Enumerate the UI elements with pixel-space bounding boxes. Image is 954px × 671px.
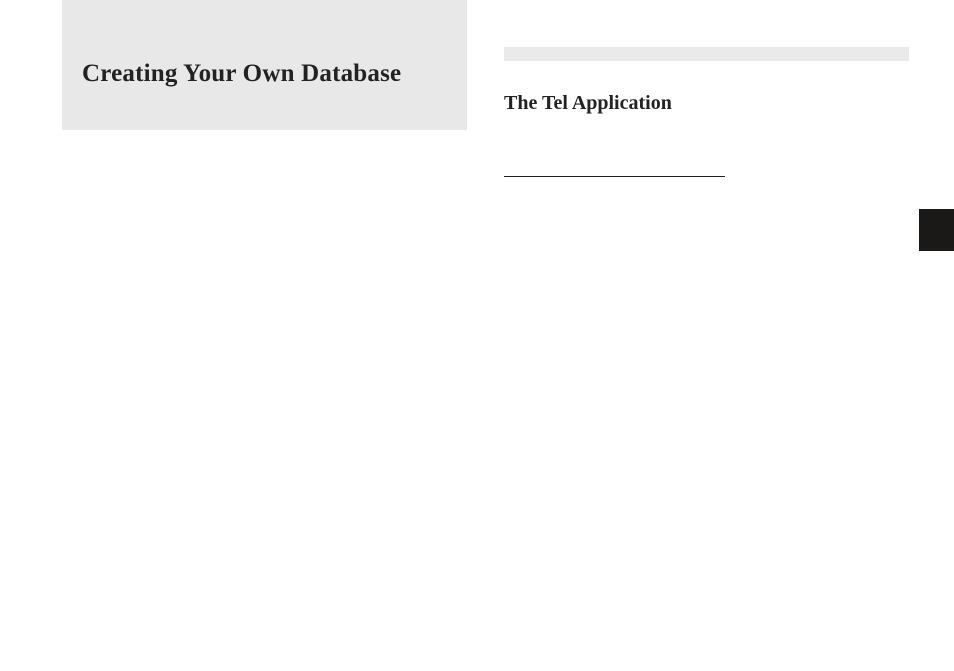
page-edge-tab [919,209,954,251]
chapter-title: Creating Your Own Database [82,60,401,88]
horizontal-rule [504,176,725,177]
chapter-title-panel: Creating Your Own Database [62,0,467,130]
section-title: The Tel Application [504,92,672,115]
section-divider-bar [504,47,909,61]
